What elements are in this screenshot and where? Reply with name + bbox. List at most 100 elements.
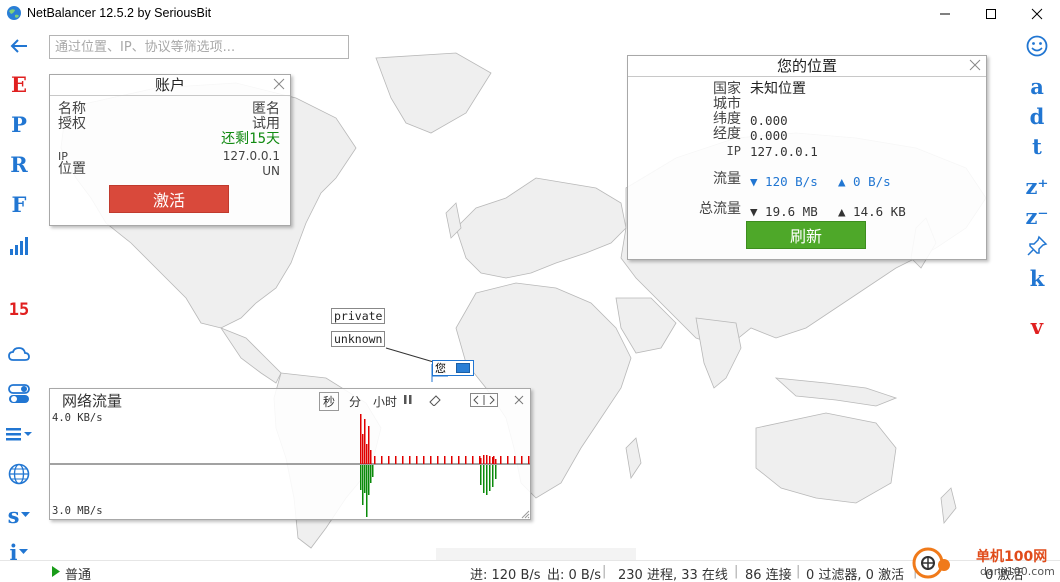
menu-dropdown-icon[interactable] xyxy=(4,420,34,448)
left-e-button[interactable]: E xyxy=(4,70,34,98)
download-bar xyxy=(368,426,370,464)
right-a-button[interactable]: a xyxy=(1022,72,1052,100)
left-r-button[interactable]: R xyxy=(4,150,34,178)
country-value: 未知位置 xyxy=(750,81,806,97)
traffic-label: 流量 xyxy=(713,171,741,187)
title-bar: NetBalancer 12.5.2 by SeriousBit xyxy=(0,0,1060,28)
right-d-button[interactable]: d xyxy=(1022,102,1052,130)
unknown-network-tag[interactable]: unknown xyxy=(331,331,386,347)
minimize-button[interactable] xyxy=(922,0,968,28)
download-bar xyxy=(458,456,460,464)
mode-label[interactable]: 普通 xyxy=(65,564,91,582)
traffic-up-value: ▲ 0 B/s xyxy=(838,174,891,189)
netbalancer-window: NetBalancer 12.5.2 by SeriousBit E P R F… xyxy=(0,0,1060,582)
status-bar: 普通 进: 120 B/s 出: 0 B/s | 230 进程, 33 在线 |… xyxy=(0,547,1060,582)
total-down-value: ▼ 19.6 MB xyxy=(750,204,818,219)
latitude-label: 纬度 xyxy=(713,111,741,127)
tab-seconds[interactable]: 秒 xyxy=(319,392,340,411)
toggle-icon[interactable] xyxy=(4,380,34,408)
trial-remaining-days: 15 xyxy=(249,131,266,147)
download-bar xyxy=(423,456,425,464)
account-license-label: 授权 xyxy=(58,116,86,132)
download-bar xyxy=(492,457,494,464)
upload-bar xyxy=(483,465,485,493)
location-panel-title: 您的位置 xyxy=(628,56,986,77)
private-network-tag[interactable]: private xyxy=(331,308,386,324)
network-traffic-panel: 网络流量 秒 分 小时 4.0 KB/s 3.0 MB/s xyxy=(49,388,531,520)
status-processes: 230 进程, 33 在线 xyxy=(618,568,728,582)
close-icon[interactable] xyxy=(514,395,524,405)
account-license-value: 试用 xyxy=(252,116,280,132)
upload-bar xyxy=(480,465,482,485)
status-out-rate: 出: 0 B/s xyxy=(547,568,601,582)
trial-remaining-prefix: 还剩 xyxy=(221,131,250,147)
longitude-label: 经度 xyxy=(713,126,741,142)
tab-hours[interactable]: 小时 xyxy=(373,393,397,410)
watermark: 单机100网 danji100.com xyxy=(910,543,1060,582)
close-icon[interactable] xyxy=(273,78,285,90)
play-icon[interactable] xyxy=(51,565,61,578)
status-separator: | xyxy=(734,564,739,579)
right-k-button[interactable]: k xyxy=(1022,264,1052,292)
cloud-icon[interactable] xyxy=(4,340,34,368)
status-separator: | xyxy=(796,564,801,579)
download-bar xyxy=(409,456,411,464)
right-v-button[interactable]: v xyxy=(1022,312,1052,340)
resize-grip-icon[interactable] xyxy=(520,509,530,519)
upload-bar xyxy=(368,465,370,495)
smiley-icon[interactable] xyxy=(1022,32,1052,60)
download-bar xyxy=(507,456,509,464)
scroll-range-icon[interactable] xyxy=(470,393,498,407)
download-bar xyxy=(495,459,497,464)
download-bar xyxy=(374,456,376,464)
download-bar xyxy=(364,419,366,464)
watermark-url: danji100.com xyxy=(980,565,1055,578)
total-up-value: ▲ 14.6 KB xyxy=(838,204,906,219)
location-panel: 您的位置 国家 未知位置 城市 纬度 0.000 经度 0.000 IP 127… xyxy=(627,55,987,260)
upload-bar xyxy=(492,465,494,487)
download-bar xyxy=(366,444,368,464)
refresh-button[interactable]: 刷新 xyxy=(746,221,866,249)
account-location-label: 位置 xyxy=(58,161,86,177)
status-connections: 86 连接 xyxy=(745,568,792,582)
trial-remaining-suffix: 天 xyxy=(266,131,280,147)
left-s-dropdown[interactable]: s xyxy=(4,501,34,529)
account-name-label: 名称 xyxy=(58,101,86,117)
zoom-out-button[interactable]: z⁻ xyxy=(1022,202,1052,230)
zoom-in-button[interactable]: z⁺ xyxy=(1022,172,1052,200)
close-icon xyxy=(1031,8,1043,20)
account-ip-value: 127.0.0.1 xyxy=(222,149,280,163)
eraser-icon[interactable] xyxy=(428,394,442,406)
maximize-button[interactable] xyxy=(968,0,1014,28)
download-bar xyxy=(465,456,467,464)
tab-minutes[interactable]: 分 xyxy=(349,393,361,410)
monitor-icon xyxy=(456,363,470,373)
download-bar xyxy=(521,456,523,464)
country-label: 国家 xyxy=(713,81,741,97)
pause-icon[interactable] xyxy=(404,395,412,405)
traffic-bars xyxy=(360,414,530,517)
watermark-logo-icon xyxy=(912,547,950,579)
chevron-down-icon xyxy=(19,549,29,554)
download-bar xyxy=(514,456,516,464)
pin-icon[interactable] xyxy=(1022,232,1052,260)
download-bar xyxy=(500,456,502,464)
back-arrow-icon[interactable] xyxy=(4,32,34,60)
close-icon[interactable] xyxy=(969,59,981,71)
trial-remaining: 还剩15天 xyxy=(221,132,280,147)
download-bar xyxy=(472,456,474,464)
globe-icon[interactable] xyxy=(4,460,34,488)
you-location-pointer xyxy=(431,364,448,382)
upload-bar xyxy=(364,465,366,493)
download-bar xyxy=(416,456,418,464)
left-p-button[interactable]: P xyxy=(4,110,34,138)
right-t-button[interactable]: t xyxy=(1022,132,1052,160)
left-f-button[interactable]: F xyxy=(4,190,34,218)
activate-button[interactable]: 激活 xyxy=(109,185,229,213)
filter-search-input[interactable] xyxy=(49,35,349,59)
stats-icon[interactable] xyxy=(4,232,34,260)
account-name-value: 匿名 xyxy=(252,101,280,117)
close-button[interactable] xyxy=(1014,0,1060,28)
account-location-value: UN xyxy=(262,164,280,178)
trial-days-counter[interactable]: 15 xyxy=(4,296,34,324)
